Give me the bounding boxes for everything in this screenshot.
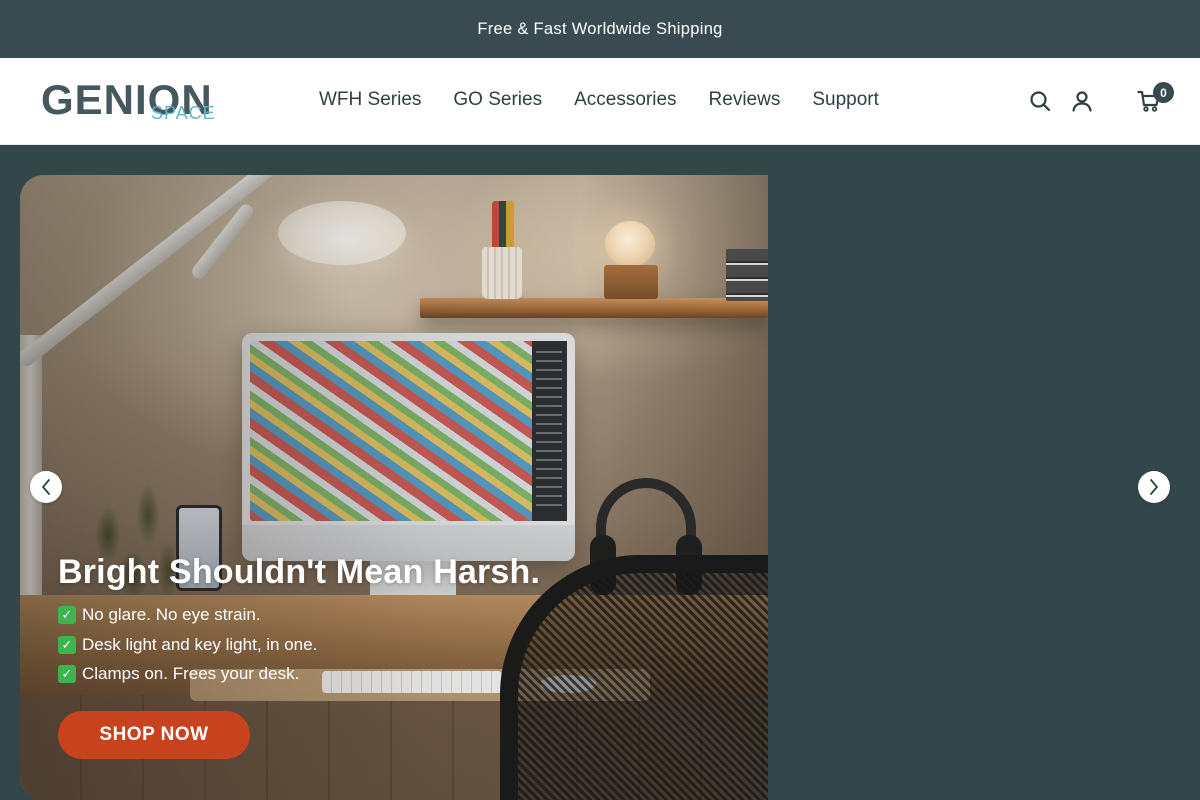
nav-item-reviews[interactable]: Reviews	[693, 86, 797, 114]
hero-bullet-text: No glare. No eye strain.	[82, 605, 261, 624]
hero-bullet: ✓ Clamps on. Frees your desk.	[58, 664, 299, 684]
check-icon: ✓	[58, 636, 76, 654]
logo[interactable]: GENION SPACE	[41, 78, 221, 124]
carousel-next-button[interactable]	[1138, 471, 1170, 503]
site-header: GENION SPACE WFH Series GO Series Access…	[0, 58, 1200, 145]
nav-item-go-series[interactable]: GO Series	[437, 86, 558, 114]
main-nav: WFH Series GO Series Accessories Reviews…	[303, 86, 895, 114]
user-icon[interactable]	[1070, 89, 1094, 113]
nav-item-support[interactable]: Support	[796, 86, 895, 114]
announcement-bar: Free & Fast Worldwide Shipping	[0, 0, 1200, 58]
shop-now-button[interactable]: SHOP NOW	[58, 711, 250, 759]
hero-banner: Bright Shouldn't Mean Harsh. ✓ No glare.…	[20, 175, 768, 800]
hero-bullet-text: Clamps on. Frees your desk.	[82, 664, 300, 683]
hero-bullet: ✓ Desk light and key light, in one.	[58, 635, 317, 655]
chevron-right-icon	[1150, 479, 1158, 495]
hero-title: Bright Shouldn't Mean Harsh.	[58, 553, 541, 591]
search-icon[interactable]	[1028, 89, 1052, 113]
hero-shade	[20, 175, 768, 800]
carousel-prev-button[interactable]	[30, 471, 62, 503]
hero-bullet-text: Desk light and key light, in one.	[82, 635, 318, 654]
check-icon: ✓	[58, 606, 76, 624]
check-icon: ✓	[58, 665, 76, 683]
nav-item-wfh-series[interactable]: WFH Series	[303, 86, 437, 114]
cart-count-badge: 0	[1153, 82, 1174, 103]
chevron-left-icon	[42, 479, 50, 495]
nav-item-accessories[interactable]: Accessories	[558, 86, 692, 114]
announcement-text: Free & Fast Worldwide Shipping	[477, 19, 723, 38]
hero-bullet: ✓ No glare. No eye strain.	[58, 605, 261, 625]
logo-subtitle: SPACE	[151, 103, 216, 123]
